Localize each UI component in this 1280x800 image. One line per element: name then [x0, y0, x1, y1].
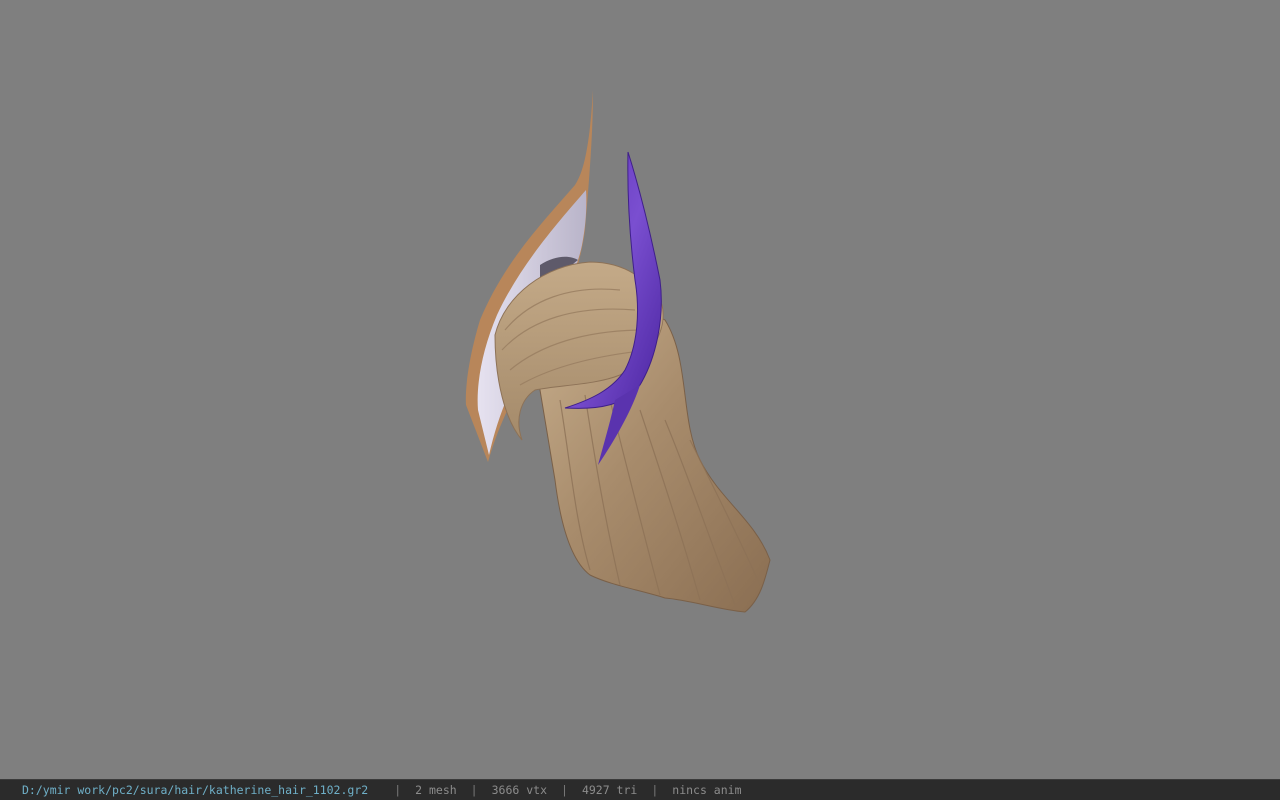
mesh-count: 2 mesh: [415, 783, 457, 797]
hair-model-render[interactable]: [0, 0, 1280, 779]
3d-viewport[interactable]: [0, 0, 1280, 779]
status-bar: D:/ymir work/pc2/sura/hair/katherine_hai…: [0, 779, 1280, 800]
separator: |: [651, 783, 659, 797]
animation-status: nincs anim: [672, 783, 742, 797]
triangle-count: 4927 tri: [581, 783, 638, 797]
separator: |: [561, 783, 568, 797]
separator: |: [470, 783, 478, 797]
vertex-count: 3666 vtx: [491, 783, 547, 797]
file-path: D:/ymir work/pc2/sura/hair/katherine_hai…: [22, 783, 369, 797]
separator: |: [394, 783, 402, 797]
